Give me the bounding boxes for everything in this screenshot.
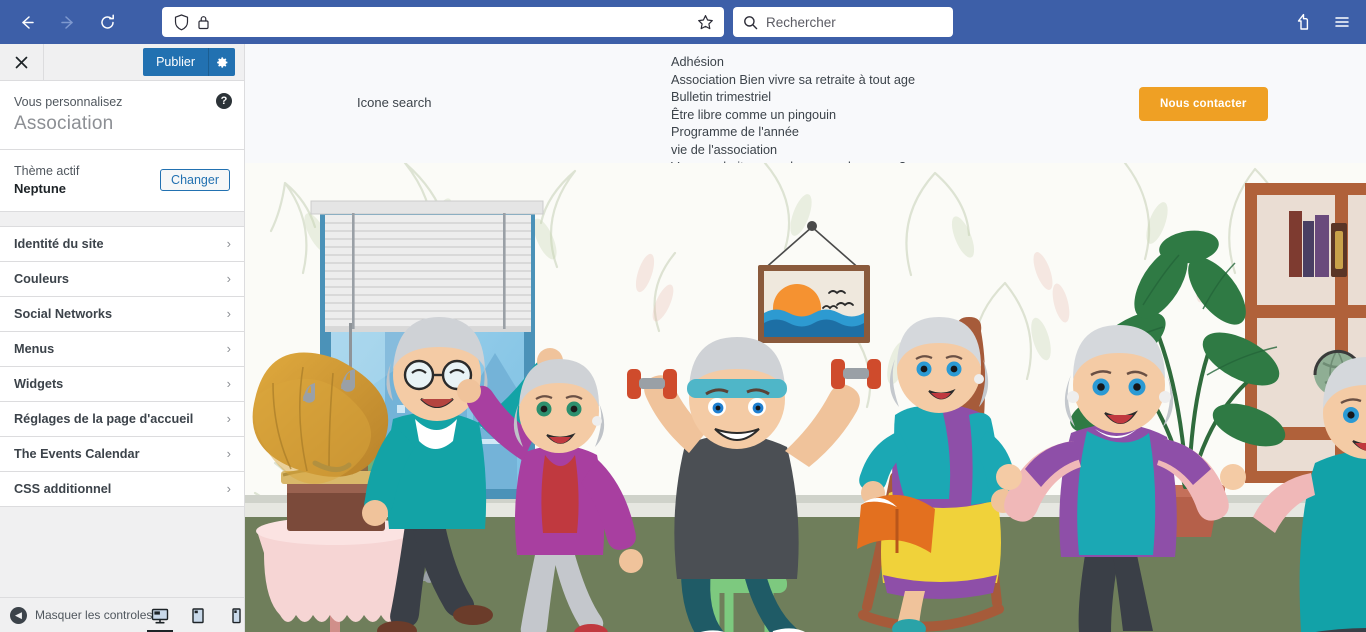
publish-button[interactable]: Publier [143, 48, 208, 76]
nav-item-etre-libre[interactable]: Être libre comme un pingouin [671, 107, 915, 125]
extensions-icon [1297, 13, 1309, 30]
site-search-icon-label[interactable]: Icone search [357, 95, 431, 110]
sidebar-item-reglages-page-accueil[interactable]: Réglages de la page d'accueil › [0, 401, 244, 437]
customizer-footer: ◀ Masquer les controles [0, 597, 244, 632]
seniors-activities-illustration [245, 163, 1366, 632]
publish-settings-button[interactable] [208, 48, 235, 76]
customizer-actions: Publier [143, 48, 235, 76]
extensions-button[interactable] [1288, 6, 1320, 38]
chevron-right-icon: › [226, 446, 231, 462]
chevron-right-icon: › [226, 376, 231, 392]
active-theme-label: Thème actif [14, 163, 80, 178]
browser-nav-buttons [0, 5, 124, 39]
star-icon [697, 14, 713, 29]
sidebar-item-widgets[interactable]: Widgets › [0, 366, 244, 402]
sidebar-item-label: Social Networks [14, 306, 113, 321]
lock-icon[interactable] [197, 14, 210, 31]
sidebar-item-menus[interactable]: Menus › [0, 331, 244, 367]
gear-icon [216, 56, 227, 68]
sidebar-item-label: Couleurs [14, 271, 69, 286]
hamburger-menu-icon [1335, 17, 1349, 27]
active-theme-row: Thème actif Neptune Changer [0, 149, 244, 212]
sidebar-empty-area [0, 506, 244, 597]
search-icon [744, 15, 758, 29]
chevron-right-icon: › [226, 481, 231, 497]
sidebar-item-label: Widgets [14, 376, 64, 391]
forward-arrow-icon [60, 15, 73, 29]
forward-button[interactable] [50, 5, 84, 39]
search-bar[interactable]: Rechercher [733, 7, 953, 37]
nav-item-vie-association[interactable]: vie de l'association [671, 142, 915, 160]
close-customizer-button[interactable] [0, 44, 44, 80]
device-tablet-button[interactable] [188, 606, 208, 626]
reload-icon [100, 13, 114, 29]
chevron-right-icon: › [226, 341, 231, 357]
collapse-controls-label: Masquer les controles [35, 608, 153, 622]
menu-button[interactable] [1326, 6, 1358, 38]
site-preview[interactable]: Icone search Adhésion Association Bien v… [245, 44, 1366, 632]
sidebar-item-label: Identité du site [14, 236, 104, 251]
browser-toolbar-right [1288, 0, 1358, 44]
sidebar-item-label: Menus [14, 341, 55, 356]
site-navigation: Adhésion Association Bien vivre sa retra… [671, 54, 915, 177]
active-theme-info: Thème actif Neptune [14, 162, 79, 199]
chevron-right-icon: › [226, 236, 231, 252]
device-mobile-button[interactable] [226, 606, 246, 626]
bookmark-button[interactable] [692, 9, 718, 35]
site-header: Icone search Adhésion Association Bien v… [245, 44, 1366, 174]
contact-us-button[interactable]: Nous contacter [1139, 87, 1268, 121]
desktop-icon [151, 608, 169, 623]
sidebar-item-label: The Events Calendar [14, 446, 140, 461]
url-bar-icons [168, 13, 210, 31]
tablet-icon [192, 607, 204, 623]
browser-toolbar: Rechercher [0, 0, 1366, 44]
close-icon [15, 56, 28, 68]
chevron-right-icon: › [226, 271, 231, 287]
sidebar-item-label: CSS additionnel [14, 481, 112, 496]
nav-item-adhesion[interactable]: Adhésion [671, 54, 915, 72]
nav-item-programme[interactable]: Programme de l'année [671, 124, 915, 142]
chevron-right-icon: › [226, 306, 231, 322]
sidebar-item-social-networks[interactable]: Social Networks › [0, 296, 244, 332]
collapse-controls-button[interactable]: ◀ Masquer les controles [10, 606, 153, 624]
sidebar-item-couleurs[interactable]: Couleurs › [0, 261, 244, 297]
url-input[interactable] [210, 7, 692, 37]
active-theme-name: Neptune [14, 180, 66, 196]
customizing-eyebrow: Vous personnalisez [14, 95, 123, 109]
reload-button[interactable] [90, 5, 124, 39]
mobile-icon [232, 607, 241, 623]
help-icon[interactable]: ? [216, 93, 232, 109]
customizer-header: Publier [0, 44, 244, 81]
hero-illustration [245, 163, 1366, 632]
change-theme-button[interactable]: Changer [160, 169, 230, 192]
sidebar-item-label: Réglages de la page d'accueil [14, 411, 194, 426]
device-desktop-button[interactable] [147, 606, 173, 632]
search-placeholder-text: Rechercher [766, 14, 836, 30]
sidebar-item-css-additionnel[interactable]: CSS additionnel › [0, 471, 244, 507]
customizer-sidebar: Publier Vous personnalisez Association ?… [0, 44, 245, 632]
sidebar-spacer [0, 211, 244, 227]
shield-icon[interactable] [174, 13, 189, 31]
chevron-right-icon: › [226, 411, 231, 427]
nav-item-bulletin[interactable]: Bulletin trimestriel [671, 89, 915, 107]
collapse-arrow-icon: ◀ [10, 606, 27, 624]
customizer-panel-list: Identité du site › Couleurs › Social Net… [0, 226, 244, 507]
customizer-info: Vous personnalisez Association ? [0, 81, 244, 150]
site-title: Association [14, 112, 114, 134]
app-root: Rechercher Publier Vous personnalisez As… [0, 0, 1366, 632]
sidebar-item-the-events-calendar[interactable]: The Events Calendar › [0, 436, 244, 472]
back-button[interactable] [10, 5, 44, 39]
nav-item-association[interactable]: Association Bien vivre sa retraite à tou… [671, 72, 915, 90]
url-bar[interactable] [162, 7, 724, 37]
device-preview-switcher [147, 598, 246, 632]
back-arrow-icon [21, 15, 34, 29]
sidebar-item-identite-du-site[interactable]: Identité du site › [0, 226, 244, 262]
